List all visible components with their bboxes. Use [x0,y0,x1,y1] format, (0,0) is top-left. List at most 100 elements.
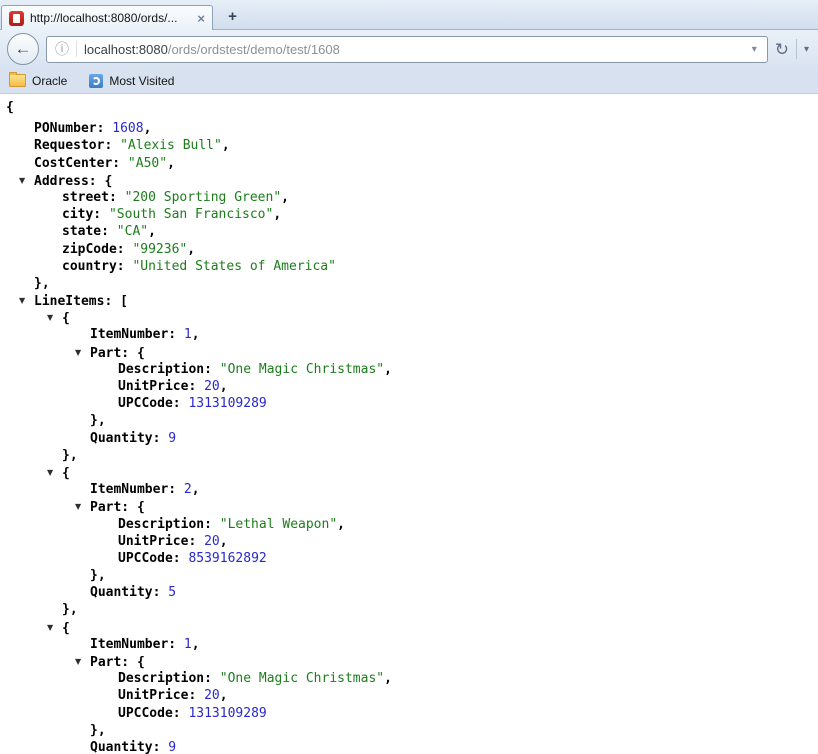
json-value: { [136,655,145,670]
navbar-dropdown-icon[interactable]: ▾ [804,44,811,55]
tab-title: http://localhost:8080/ords/... [30,11,178,25]
json-line: ▼ Part: { [0,344,818,361]
json-key: PONumber: [34,121,113,137]
json-line: street: "200 Sporting Green", [0,189,818,206]
json-line: Quantity: 5 [0,584,818,601]
bookmarks-bar: Oracle Most Visited [0,68,818,94]
bookmark-label: Oracle [32,73,68,88]
json-line: UnitPrice: 20, [0,687,818,704]
new-tab-button[interactable]: + [220,6,245,26]
json-key: country: [62,258,133,274]
json-punct: , [384,361,392,377]
collapse-toggle-icon[interactable]: ▼ [75,498,90,515]
url-path: /ords/ordstest/demo/test/1608 [167,41,340,57]
collapse-toggle-icon[interactable]: ▼ [47,619,62,636]
json-line: Description: "One Magic Christmas", [0,670,818,687]
json-value: }, [90,568,106,584]
json-line: ItemNumber: 1, [0,326,818,343]
back-button[interactable]: ← [7,33,39,65]
most-visited-icon [89,73,104,88]
json-value: 1313109289 [188,396,267,412]
json-value: [ [120,294,128,310]
json-value: { [104,173,113,189]
json-value: { [6,100,14,115]
json-punct: , [191,636,200,652]
collapse-toggle-icon[interactable]: ▼ [19,172,34,189]
json-key: Requestor: [34,138,121,154]
json-value: { [136,500,145,516]
json-key: ItemNumber: [90,482,184,498]
address-bar[interactable]: ⓘ localhost:8080/ords/ordstest/demo/test… [46,35,768,63]
reload-button[interactable]: ↻ [775,41,789,58]
json-value: }, [62,602,78,618]
json-line: }, [0,412,818,429]
json-value: 20 [204,533,220,549]
bookmark-label: Most Visited [109,73,175,88]
collapse-toggle-icon[interactable]: ▼ [19,292,34,309]
json-key: Part: [90,655,137,670]
json-value: }, [62,447,78,463]
json-value: "99236" [132,241,188,257]
json-line: PONumber: 1608, [0,120,818,137]
browser-window: http://localhost:8080/ords/... × + ← ⓘ l… [0,0,818,754]
json-line: ▼{ [0,619,818,636]
json-punct: , [384,671,392,687]
json-value: "Lethal Weapon" [219,516,338,532]
json-line: ItemNumber: 1, [0,636,818,653]
browser-tab[interactable]: http://localhost:8080/ords/... × [1,5,213,30]
json-punct: , [337,516,345,532]
json-line: ▼ LineItems: [ [0,292,818,309]
collapse-toggle-icon[interactable]: ▼ [75,344,90,361]
json-punct: , [191,482,200,498]
json-line: UnitPrice: 20, [0,378,818,395]
json-key: street: [62,189,125,205]
json-key: state: [62,224,117,240]
json-value: 1608 [112,121,144,137]
json-line: UnitPrice: 20, [0,533,818,550]
json-key: Part: [90,345,137,361]
json-line: city: "South San Francisco", [0,206,818,223]
urlbar-dropdown-icon[interactable]: ▾ [750,44,759,55]
json-line: ItemNumber: 2, [0,481,818,498]
json-punct: , [219,533,228,549]
collapse-toggle-icon[interactable]: ▼ [47,309,62,326]
json-line: }, [0,567,818,584]
json-punct: , [187,241,196,257]
json-key: UnitPrice: [118,688,205,704]
url-text[interactable]: localhost:8080/ords/ordstest/demo/test/1… [84,42,743,57]
bookmark-oracle[interactable]: Oracle [9,72,68,88]
collapse-toggle-icon[interactable]: ▼ [75,653,90,670]
json-line: UPCCode: 1313109289 [0,395,818,412]
json-line: Requestor: "Alexis Bull", [0,137,818,154]
json-value: "CA" [116,224,149,240]
tab-close-icon[interactable]: × [197,12,205,25]
json-value: "One Magic Christmas" [219,361,385,377]
json-value: { [62,311,70,327]
json-value: "A50" [127,155,168,171]
navigation-bar: ← ⓘ localhost:8080/ords/ordstest/demo/te… [0,30,818,68]
json-line: }, [0,722,818,739]
json-punct: , [167,155,175,171]
json-key: Description: [118,671,220,687]
json-key: UnitPrice: [118,379,205,394]
json-value: }, [90,722,106,738]
site-info-icon[interactable]: ⓘ [55,42,69,56]
collapse-toggle-icon[interactable]: ▼ [47,464,62,481]
json-line: }, [0,447,818,464]
divider [795,39,797,59]
json-value: "One Magic Christmas" [219,671,385,687]
json-line: ▼ Part: { [0,653,818,670]
json-value: 5 [168,585,177,601]
json-line: Description: "Lethal Weapon", [0,516,818,533]
json-key: LineItems: [34,294,121,310]
json-line: ▼{ [0,309,818,326]
json-value: { [62,620,70,636]
json-line: CostCenter: "A50", [0,155,818,172]
json-value: 1 [183,327,192,343]
json-key: Address: [34,173,105,189]
json-key: Quantity: [90,430,169,446]
bookmark-most-visited[interactable]: Most Visited [89,73,175,88]
json-line: state: "CA", [0,223,818,240]
json-punct: , [219,688,228,704]
json-line: UPCCode: 1313109289 [0,705,818,722]
